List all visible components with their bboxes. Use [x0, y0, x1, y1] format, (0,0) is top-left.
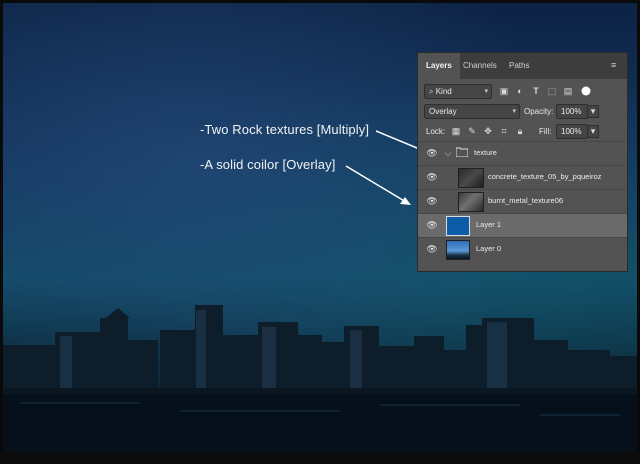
layer-name: concrete_texture_05_by_pqueiroz [488, 172, 602, 181]
panel-tab-bar: Layers Channels Paths ≡ [418, 53, 627, 79]
layer-thumbnail [446, 216, 470, 236]
opacity-chevron-icon[interactable]: ▾ [587, 105, 599, 118]
chevron-down-icon[interactable]: ⌵ [442, 147, 454, 159]
blend-mode-dropdown[interactable]: Overlay ▾ [424, 104, 520, 119]
lock-artboard-icon[interactable]: ⌗ [498, 125, 510, 137]
lock-row: Lock: ▦ ✎ ✥ ⌗ 🔒︎ Fill: 100% ▾ [418, 123, 627, 139]
layer-row-burnt-metal[interactable]: 👁︎ burnt_metal_texture06 [418, 189, 627, 213]
fill-label: Fill: [539, 127, 552, 136]
lock-transparency-icon[interactable]: ▦ [450, 125, 462, 137]
layers-panel: Layers Channels Paths ≡ ⌕ Kind ▾ ▣ ◐ T ⬚… [417, 52, 628, 272]
tab-layers[interactable]: Layers [418, 53, 460, 79]
chevron-down-icon: ▾ [484, 88, 488, 95]
search-icon: ⌕ [429, 87, 436, 96]
opacity-input[interactable]: 100% [556, 104, 588, 119]
eye-icon[interactable]: 👁︎ [426, 172, 438, 182]
type-layer-filter-icon[interactable]: T [530, 85, 542, 97]
annotation-solid-color: -A solid coilor [Overlay] [200, 157, 336, 172]
filter-toggle-icon[interactable] [580, 85, 592, 97]
layer-name: Layer 0 [476, 244, 502, 253]
filter-kind-value: Kind [435, 87, 452, 96]
lock-pixels-icon[interactable]: ✎ [466, 125, 478, 137]
panel-menu-icon[interactable]: ≡ [611, 60, 621, 70]
adjustment-layer-filter-icon[interactable]: ◐ [514, 85, 526, 97]
layer-row-concrete[interactable]: 👁︎ concrete_texture_05_by_pqueiroz [418, 165, 627, 189]
smart-object-filter-icon[interactable]: ▤ [562, 85, 574, 97]
filter-kind-dropdown[interactable]: ⌕ Kind ▾ [424, 84, 492, 99]
layer-thumbnail [446, 240, 470, 260]
eye-icon[interactable]: 👁︎ [426, 220, 438, 230]
fill-input[interactable]: 100% [556, 124, 588, 139]
opacity-value: 100% [561, 107, 582, 116]
layer-name: Layer 1 [476, 220, 502, 229]
bottom-strip [0, 452, 640, 464]
tab-channels[interactable]: Channels [455, 53, 505, 79]
layer-row-layer-1[interactable]: 👁︎ Layer 1 [418, 213, 627, 237]
eye-icon[interactable]: 👁︎ [426, 148, 438, 158]
annotation-rock-textures: -Two Rock textures [Multiply] [200, 122, 370, 137]
lock-all-icon[interactable]: 🔒︎ [514, 125, 526, 137]
blend-row: Overlay ▾ Opacity: 100% ▾ [418, 103, 627, 119]
opacity-label: Opacity: [524, 107, 554, 116]
tab-paths[interactable]: Paths [501, 53, 537, 79]
layer-row-layer-0[interactable]: 👁︎ Layer 0 [418, 237, 627, 261]
layer-name: burnt_metal_texture06 [488, 196, 564, 205]
folder-icon [455, 147, 469, 159]
layer-thumbnail [458, 168, 484, 188]
fill-value: 100% [561, 127, 582, 136]
layer-name: texture [474, 148, 497, 157]
layer-group-texture[interactable]: 👁︎ ⌵ texture [418, 141, 627, 165]
fill-chevron-icon[interactable]: ▾ [587, 125, 599, 138]
eye-icon[interactable]: 👁︎ [426, 244, 438, 254]
layer-thumbnail [458, 192, 484, 212]
lock-label: Lock: [426, 127, 446, 136]
lock-position-icon[interactable]: ✥ [482, 125, 494, 137]
filter-row: ⌕ Kind ▾ ▣ ◐ T ⬚ ▤ [418, 83, 627, 99]
blend-mode-value: Overlay [429, 107, 457, 116]
eye-icon[interactable]: 👁︎ [426, 196, 438, 206]
pixel-layer-filter-icon[interactable]: ▣ [498, 85, 510, 97]
chevron-down-icon: ▾ [512, 108, 516, 115]
shape-layer-filter-icon[interactable]: ⬚ [546, 85, 558, 97]
